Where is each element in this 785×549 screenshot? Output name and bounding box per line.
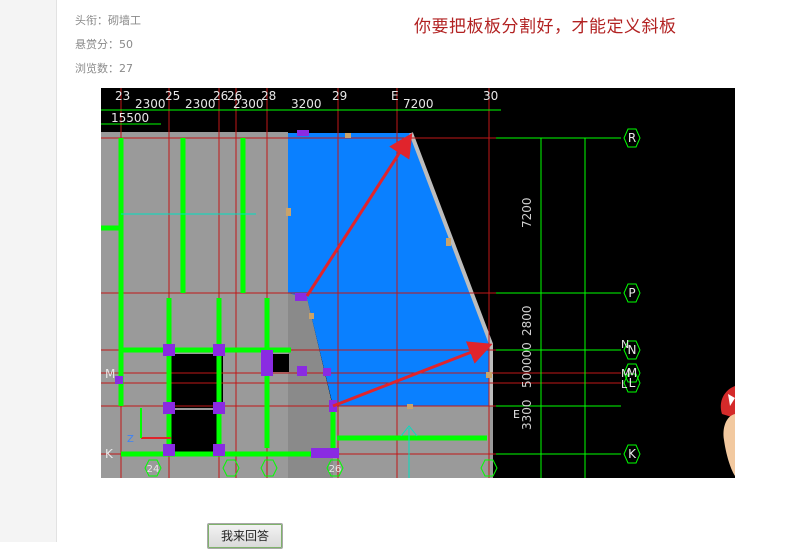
views-value: 27	[119, 62, 133, 75]
svg-text:30: 30	[483, 89, 498, 103]
svg-text:2300: 2300	[185, 97, 216, 111]
answer-button[interactable]: 我来回答	[207, 523, 283, 549]
side-mascot-icon	[720, 386, 735, 476]
svg-text:2300: 2300	[233, 97, 264, 111]
svg-text:25: 25	[165, 89, 180, 103]
dim-right: 2800	[520, 305, 534, 336]
left-rail	[0, 0, 57, 542]
svg-text:3200: 3200	[291, 97, 322, 111]
cad-drawing: Z 7200 2800 500000 3300 R P N M L K N M …	[101, 88, 641, 478]
reward-line: 悬赏分：50	[75, 36, 133, 52]
floor-area-lower	[333, 406, 493, 478]
svg-text:29: 29	[332, 89, 347, 103]
dimension-lines	[496, 137, 621, 478]
dim-right: 3300	[520, 399, 534, 430]
svg-text:E: E	[391, 89, 399, 103]
answer-headline: 你要把板板分割好，才能定义斜板	[414, 17, 677, 37]
views-line: 浏览数：27	[75, 60, 133, 76]
dim-right: 500000	[520, 342, 534, 388]
views-label: 浏览数：	[75, 62, 119, 75]
svg-text:26: 26	[329, 464, 342, 475]
svg-text:24: 24	[147, 464, 160, 475]
svg-text:L: L	[621, 378, 628, 391]
svg-text:R: R	[628, 131, 636, 145]
svg-text:N: N	[621, 338, 629, 351]
opening	[171, 410, 219, 452]
user-title-value: 砌墙工	[108, 14, 141, 27]
opening	[171, 354, 223, 408]
svg-text:P: P	[628, 286, 635, 300]
user-title-line: 头衔：砌墙工	[75, 12, 141, 28]
svg-text:K: K	[105, 447, 114, 461]
cad-screenshot: Z 7200 2800 500000 3300 R P N M L K N M …	[101, 88, 735, 478]
svg-text:M: M	[105, 367, 115, 381]
reward-label: 悬赏分：	[75, 38, 119, 51]
ucs-label: Z	[127, 434, 134, 445]
svg-text:K: K	[628, 447, 637, 461]
dim-right: 7200	[520, 197, 534, 228]
reward-value: 50	[119, 38, 133, 51]
svg-text:E: E	[513, 408, 520, 421]
grid-labels-right: R P N M L K	[627, 131, 637, 461]
svg-text:7200: 7200	[403, 97, 434, 111]
svg-text:15500: 15500	[111, 111, 149, 125]
svg-text:23: 23	[115, 89, 130, 103]
user-title-label: 头衔：	[75, 14, 108, 27]
svg-text:2300: 2300	[135, 97, 166, 111]
